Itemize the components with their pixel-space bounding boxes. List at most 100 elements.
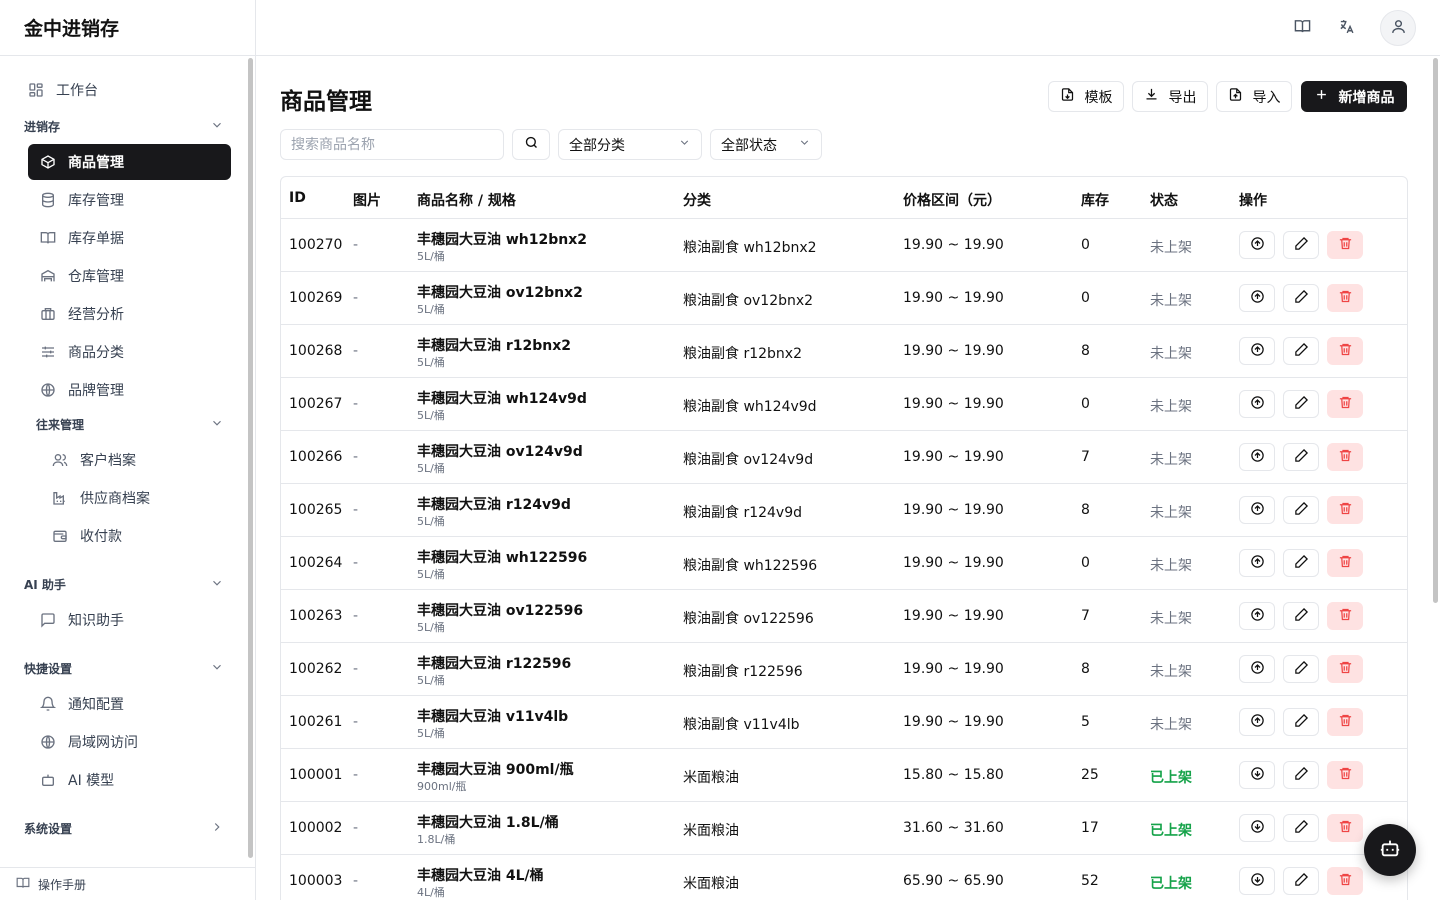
publish-button[interactable]: [1239, 443, 1275, 471]
cell-image: -: [353, 290, 359, 306]
export-button[interactable]: 导出: [1132, 81, 1208, 112]
ai-assistant-fab[interactable]: [1364, 824, 1416, 876]
table-row: 100002- 丰穗园大豆油 1.8L/桶 1.8L/桶 米面粮油 31.60 ~ 31…: [281, 802, 1407, 855]
delete-button[interactable]: [1327, 284, 1363, 312]
delete-button[interactable]: [1327, 337, 1363, 365]
unpublish-button[interactable]: [1239, 814, 1275, 842]
edit-button[interactable]: [1283, 602, 1319, 630]
sidebar-item-knowledge[interactable]: 知识助手: [28, 602, 231, 638]
publish-button[interactable]: [1239, 337, 1275, 365]
sidebar-scrollbar[interactable]: [248, 58, 253, 858]
cell-product-name: 丰穗园大豆油 ov122596: [417, 603, 584, 619]
search-input[interactable]: [280, 129, 504, 160]
bot-icon: [40, 772, 56, 788]
publish-button[interactable]: [1239, 496, 1275, 524]
template-button[interactable]: 模板: [1048, 81, 1124, 112]
edit-button[interactable]: [1283, 443, 1319, 471]
edit-button[interactable]: [1283, 231, 1319, 259]
edit-button[interactable]: [1283, 867, 1319, 895]
cell-id: 100266: [289, 449, 343, 465]
delete-button[interactable]: [1327, 496, 1363, 524]
publish-button[interactable]: [1239, 708, 1275, 736]
sidebar-item-suppliers[interactable]: 供应商档案: [40, 480, 231, 516]
cell-category: 粮油副食 wh12bnx2: [683, 240, 817, 256]
sidebar-item-analysis[interactable]: 经营分析: [28, 296, 231, 332]
search-button[interactable]: [512, 129, 550, 160]
cell-price: 19.90 ~ 19.90: [903, 502, 1004, 518]
publish-button[interactable]: [1239, 655, 1275, 683]
delete-button[interactable]: [1327, 867, 1363, 895]
sidebar-item-label: 品牌管理: [68, 383, 124, 399]
col-header-image: 图片: [353, 193, 381, 209]
group-label: 进销存: [24, 119, 61, 134]
manual-link[interactable]: 操作手册: [0, 867, 255, 900]
delete-button[interactable]: [1327, 602, 1363, 630]
edit-button[interactable]: [1283, 390, 1319, 418]
sidebar-item-lan[interactable]: 局域网访问: [28, 724, 231, 760]
sidebar-item-payments[interactable]: 收付款: [40, 518, 231, 554]
unpublish-button[interactable]: [1239, 761, 1275, 789]
cell-image: -: [353, 820, 359, 836]
cell-product-name: 丰穗园大豆油 ov12bnx2: [417, 285, 583, 301]
cell-product-name: 丰穗园大豆油 r124v9d: [417, 497, 571, 513]
group-quick-toggle[interactable]: 快捷设置: [24, 656, 224, 680]
delete-button[interactable]: [1327, 443, 1363, 471]
unpublish-button[interactable]: [1239, 867, 1275, 895]
edit-button[interactable]: [1283, 761, 1319, 789]
file-download-icon: [1060, 87, 1085, 106]
publish-button[interactable]: [1239, 602, 1275, 630]
cell-stock: 8: [1081, 502, 1090, 518]
edit-button[interactable]: [1283, 337, 1319, 365]
delete-button[interactable]: [1327, 708, 1363, 736]
publish-button[interactable]: [1239, 284, 1275, 312]
delete-button[interactable]: [1327, 814, 1363, 842]
main-scrollbar[interactable]: [1433, 58, 1438, 603]
sidebar-item-warehouse[interactable]: 仓库管理: [28, 258, 231, 294]
edit-button[interactable]: [1283, 814, 1319, 842]
cell-category: 粮油副食 wh124v9d: [683, 399, 817, 415]
pencil-icon: [1294, 660, 1309, 679]
sidebar-item-ai-model[interactable]: AI 模型: [28, 762, 231, 798]
warehouse-icon: [40, 268, 56, 284]
category-filter-select[interactable]: 全部分类: [558, 129, 702, 160]
add-product-button[interactable]: 新增商品: [1301, 81, 1407, 112]
status-badge: 未上架: [1150, 558, 1192, 574]
col-header-stock: 库存: [1081, 193, 1109, 209]
sidebar-item-customers[interactable]: 客户档案: [40, 442, 231, 478]
cell-category: 粮油副食 ov122596: [683, 611, 814, 627]
import-button[interactable]: 导入: [1216, 81, 1292, 112]
group-ai-toggle[interactable]: AI 助手: [24, 572, 224, 596]
delete-button[interactable]: [1327, 655, 1363, 683]
publish-button[interactable]: [1239, 390, 1275, 418]
sidebar-item-workbench[interactable]: 工作台: [28, 72, 231, 108]
status-filter-select[interactable]: 全部状态: [710, 129, 822, 160]
publish-button[interactable]: [1239, 549, 1275, 577]
sidebar-item-notify[interactable]: 通知配置: [28, 686, 231, 722]
delete-button[interactable]: [1327, 390, 1363, 418]
edit-button[interactable]: [1283, 549, 1319, 577]
docs-button[interactable]: [1284, 10, 1320, 46]
sidebar-item-categories[interactable]: 商品分类: [28, 334, 231, 370]
sidebar-item-brands[interactable]: 品牌管理: [28, 372, 231, 408]
group-label: 系统设置: [24, 821, 73, 836]
sidebar-item-label: AI 模型: [68, 773, 115, 789]
publish-button[interactable]: [1239, 231, 1275, 259]
cell-stock: 0: [1081, 555, 1090, 571]
delete-button[interactable]: [1327, 231, 1363, 259]
group-contacts-toggle[interactable]: 往来管理: [36, 412, 224, 436]
edit-button[interactable]: [1283, 708, 1319, 736]
trash-icon: [1338, 448, 1353, 467]
language-button[interactable]: [1328, 10, 1364, 46]
sidebar-item-inventory[interactable]: 库存管理: [28, 182, 231, 218]
group-jxc-toggle[interactable]: 进销存: [24, 114, 224, 138]
edit-button[interactable]: [1283, 284, 1319, 312]
edit-button[interactable]: [1283, 655, 1319, 683]
sidebar-item-products[interactable]: 商品管理: [28, 144, 231, 180]
sidebar-item-stock-docs[interactable]: 库存单据: [28, 220, 231, 256]
user-avatar-button[interactable]: [1380, 10, 1416, 46]
group-system-toggle[interactable]: 系统设置: [24, 816, 224, 840]
delete-button[interactable]: [1327, 761, 1363, 789]
plus-icon: [1314, 87, 1339, 106]
delete-button[interactable]: [1327, 549, 1363, 577]
edit-button[interactable]: [1283, 496, 1319, 524]
